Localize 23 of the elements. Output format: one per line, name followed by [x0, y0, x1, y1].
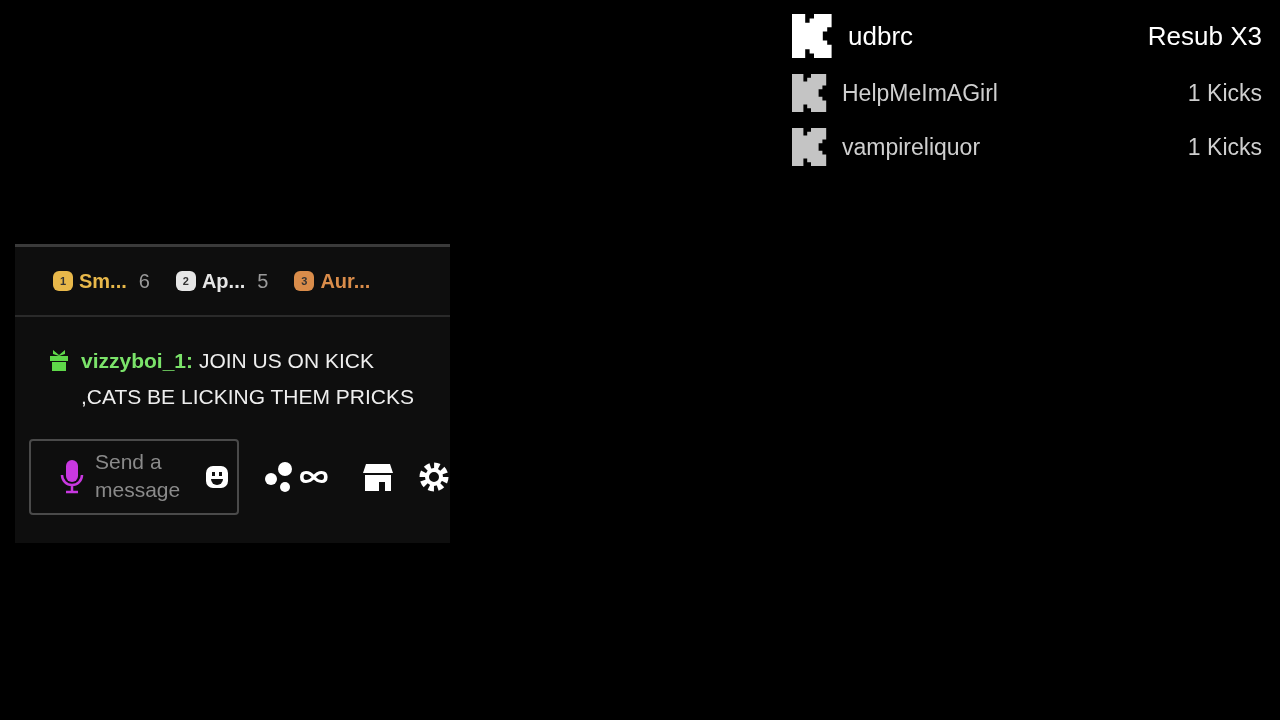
- microphone-icon[interactable]: [59, 459, 85, 495]
- store-icon[interactable]: [363, 462, 393, 492]
- rank-badge: 1: [53, 271, 73, 291]
- message-input[interactable]: Send a message: [95, 448, 195, 506]
- rank-badge: 3: [294, 271, 315, 291]
- event-action: 1 Kicks: [1187, 79, 1262, 107]
- chat-username[interactable]: vizzyboi_1:: [81, 349, 194, 372]
- event-action: 1 Kicks: [1187, 133, 1262, 161]
- leader-name: Sm...: [79, 269, 127, 293]
- event-username: vampireliquor: [842, 133, 982, 161]
- leader-count: 6: [138, 269, 150, 293]
- chat-message: vizzyboi_1: JOIN US ON KICK ,CATS BE LICKING THEM PRICKS: [81, 348, 415, 410]
- event-username: udbrc: [848, 20, 915, 52]
- leader-name: Ap...: [201, 269, 246, 293]
- emoji-icon[interactable]: [205, 465, 229, 489]
- rank-badge: 2: [175, 271, 196, 291]
- leader-name: Aur...: [320, 269, 371, 293]
- gift-icon: [47, 348, 71, 372]
- event-username: HelpMeImAGirl: [842, 79, 999, 107]
- leader-count: 5: [257, 269, 269, 293]
- settings-icon[interactable]: [419, 462, 449, 492]
- event-action: Resub X3: [1147, 20, 1262, 52]
- chat-input-bar[interactable]: Send a message: [29, 439, 239, 515]
